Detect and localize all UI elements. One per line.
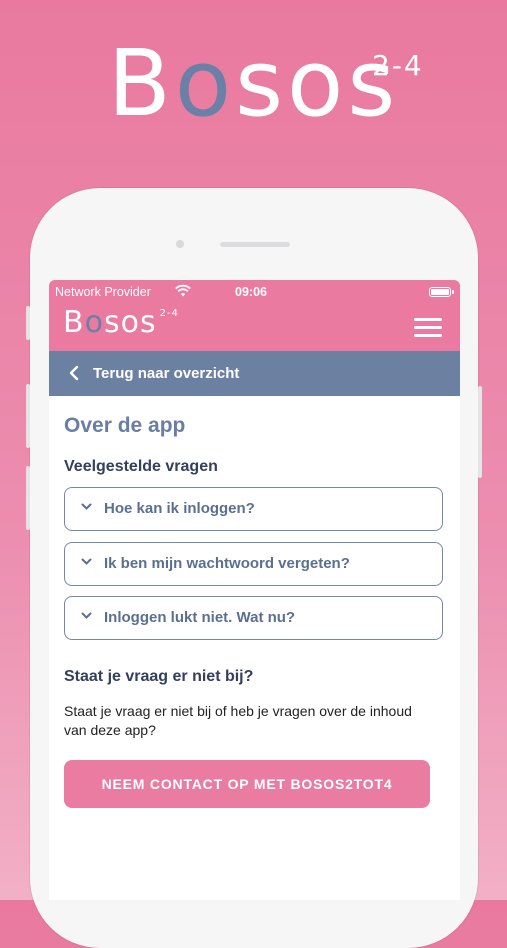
contact-button[interactable]: NEEM CONTACT OP MET BOSOS2TOT4 (64, 760, 430, 808)
faq-item-label: Inloggen lukt niet. Wat nu? (104, 609, 296, 626)
app-logo-rest: sos (103, 305, 157, 340)
app-screen: Network Provider 09:06 Bosos 2-4 Terug na… (49, 280, 460, 900)
camera-dot (176, 240, 184, 248)
volume-up-button (26, 384, 30, 448)
chevron-down-icon (81, 609, 92, 623)
app-header: Network Provider 09:06 Bosos 2-4 (49, 280, 460, 351)
carrier-label: Network Provider (55, 285, 151, 299)
hero-logo: Bosos 2-4 (0, 38, 507, 130)
chevron-down-icon (81, 555, 92, 569)
wifi-icon (175, 284, 191, 300)
back-navigation[interactable]: Terug naar overzicht (49, 351, 460, 396)
not-found-title: Staat je vraag er niet bij? (64, 668, 254, 685)
volume-down-button (26, 466, 30, 530)
hero-logo-b: B (107, 30, 175, 137)
status-time: 09:06 (235, 285, 267, 299)
app-logo[interactable]: Bosos 2-4 (63, 308, 179, 338)
faq-item-inloggen-lukt-niet[interactable]: Inloggen lukt niet. Wat nu? (64, 596, 443, 640)
faq-section-title: Veelgestelde vragen (64, 458, 218, 475)
hero-logo-rest: sos (235, 30, 400, 137)
speaker-grille (220, 242, 290, 247)
power-button (478, 386, 482, 478)
app-logo-o: o (84, 305, 104, 340)
faq-item-wachtwoord[interactable]: Ik ben mijn wachtwoord vergeten? (64, 542, 443, 586)
hero-logo-o: o (174, 30, 236, 137)
faq-item-label: Ik ben mijn wachtwoord vergeten? (104, 555, 350, 572)
app-logo-b: B (63, 305, 85, 340)
page-title: Over de app (64, 414, 186, 437)
faq-item-label: Hoe kan ik inloggen? (104, 500, 255, 517)
battery-icon (429, 287, 454, 297)
app-logo-superscript: 2-4 (159, 308, 179, 319)
hero-logo-superscript: 2-4 (372, 49, 424, 82)
chevron-left-icon (69, 363, 79, 386)
chevron-down-icon (81, 500, 92, 514)
not-found-text: Staat je vraag er niet bij of heb je vra… (64, 703, 412, 738)
back-label: Terug naar overzicht (93, 365, 240, 382)
mute-switch (26, 306, 30, 340)
status-bar: Network Provider 09:06 (55, 284, 455, 302)
faq-item-inloggen[interactable]: Hoe kan ik inloggen? (64, 487, 443, 531)
menu-icon[interactable] (414, 318, 442, 338)
